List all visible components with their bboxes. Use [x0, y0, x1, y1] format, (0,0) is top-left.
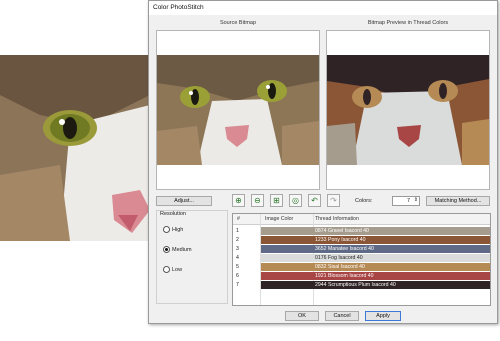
- radio-high-dot[interactable]: [163, 226, 170, 233]
- table-row[interactable]: 3 3652 Manatee Isacord 40: [233, 245, 490, 254]
- radio-medium-dot[interactable]: [163, 246, 170, 253]
- table-row[interactable]: 7 2944 Scrumptious Plum Isacord 40: [233, 281, 490, 290]
- table-row[interactable]: 2 1233 Pony Isacord 40: [233, 236, 490, 245]
- table-row[interactable]: 1 0874 Gravel Isacord 40: [233, 227, 490, 236]
- table-row[interactable]: 6 1921 Blossom Isacord 40: [233, 272, 490, 281]
- colors-spinner[interactable]: 7 ⇕: [392, 196, 420, 206]
- resolution-medium-label: Medium: [172, 246, 192, 253]
- color-swatch: 0874 Gravel Isacord 40: [261, 227, 490, 235]
- row-number: 2: [236, 237, 239, 243]
- resolution-low-label: Low: [172, 266, 183, 273]
- color-swatch: 2944 Scrumptious Plum Isacord 40: [261, 281, 490, 289]
- thread-info: 3652 Manatee Isacord 40: [315, 246, 374, 252]
- source-bitmap-caption: Source Bitmap: [219, 20, 257, 26]
- resolution-low-radio[interactable]: Low: [163, 266, 182, 273]
- color-swatch: 1921 Blossom Isacord 40: [261, 272, 490, 280]
- thread-info: 1233 Pony Isacord 40: [315, 237, 366, 243]
- color-swatch: 1233 Pony Isacord 40: [261, 236, 490, 244]
- preview-caption: Bitmap Preview in Thread Colors: [367, 20, 449, 26]
- apply-button[interactable]: Apply: [365, 311, 401, 321]
- zoom-fit-icon[interactable]: ◎: [289, 194, 302, 207]
- header-thread-info: Thread Information: [315, 216, 359, 222]
- table-header: # Image Color Thread Information: [233, 214, 490, 225]
- resolution-medium-radio[interactable]: Medium: [163, 246, 192, 253]
- color-swatch: 0176 Fog Isacord 40: [261, 254, 490, 262]
- color-swatch: 3652 Manatee Isacord 40: [261, 245, 490, 253]
- spinner-arrows-icon[interactable]: ⇕: [414, 196, 418, 204]
- resolution-heading: Resolution: [160, 211, 186, 217]
- thread-info: 2944 Scrumptious Plum Isacord 40: [315, 282, 396, 288]
- resolution-high-label: High: [172, 226, 184, 233]
- radio-low-dot[interactable]: [163, 266, 170, 273]
- thread-table[interactable]: # Image Color Thread Information 1 0874 G…: [232, 213, 491, 306]
- resolution-high-radio[interactable]: High: [163, 226, 183, 233]
- redo-icon[interactable]: ↷: [327, 194, 340, 207]
- ok-button[interactable]: OK: [285, 311, 319, 321]
- row-number: 5: [236, 264, 239, 270]
- adjust-button[interactable]: Adjust...: [156, 196, 212, 206]
- background-cat-photo: [0, 55, 150, 241]
- resolution-group: [156, 210, 228, 304]
- thread-preview-panel[interactable]: [326, 30, 490, 190]
- zoom-box-icon[interactable]: ⊞: [270, 194, 283, 207]
- title-bar: Color PhotoStitch: [149, 1, 497, 15]
- zoom-out-icon[interactable]: ⊖: [251, 194, 264, 207]
- row-number: 7: [236, 282, 239, 288]
- source-bitmap-panel[interactable]: [156, 30, 320, 190]
- colors-value: 7: [406, 198, 410, 204]
- colors-label: Colors:: [355, 198, 373, 204]
- row-number: 3: [236, 246, 239, 252]
- color-swatch: 0832 Sisal Isacord 40: [261, 263, 490, 271]
- table-row[interactable]: 5 0832 Sisal Isacord 40: [233, 263, 490, 272]
- thread-info: 0176 Fog Isacord 40: [315, 255, 363, 261]
- header-number: #: [237, 216, 240, 222]
- window-title: Color PhotoStitch: [153, 4, 204, 11]
- row-number: 4: [236, 255, 239, 261]
- thread-info: 0832 Sisal Isacord 40: [315, 264, 365, 270]
- undo-icon[interactable]: ↶: [308, 194, 321, 207]
- thread-info: 0874 Gravel Isacord 40: [315, 228, 369, 234]
- matching-method-button[interactable]: Matching Method...: [426, 196, 490, 206]
- row-number: 1: [236, 228, 239, 234]
- table-row[interactable]: 4 0176 Fog Isacord 40: [233, 254, 490, 263]
- thread-info: 1921 Blossom Isacord 40: [315, 273, 374, 279]
- row-number: 6: [236, 273, 239, 279]
- cancel-button[interactable]: Cancel: [325, 311, 359, 321]
- header-image-color: Image Color: [265, 216, 294, 222]
- zoom-in-icon[interactable]: ⊕: [232, 194, 245, 207]
